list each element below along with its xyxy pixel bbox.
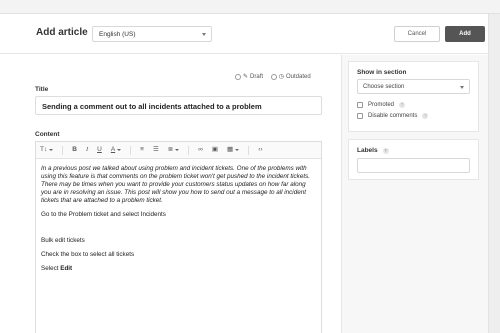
help-icon[interactable]: ? xyxy=(382,147,389,154)
content-step-bold: Edit xyxy=(60,265,73,272)
content-step: Select Edit xyxy=(41,265,316,273)
window-right-edge xyxy=(488,14,500,333)
article-header: Add article English (US) Cancel Add xyxy=(0,14,488,54)
content-editor[interactable]: T↕ B I U A ≡ ☰ ≣ ∞ ▣ ▦ ‹› In a previous … xyxy=(35,141,322,333)
toolbar-divider xyxy=(188,145,190,155)
help-icon[interactable]: ? xyxy=(399,102,406,108)
content-label: Content xyxy=(35,131,60,138)
image-icon[interactable]: ▣ xyxy=(212,146,218,154)
chevron-down-icon xyxy=(460,86,464,89)
draft-label: Draft xyxy=(250,73,264,80)
editor-content[interactable]: In a previous post we talked about using… xyxy=(36,159,321,273)
section-label: Show in section xyxy=(357,69,407,76)
outdated-radio[interactable] xyxy=(270,73,277,80)
text-size-dropdown-caret xyxy=(49,149,54,151)
section-select[interactable]: Choose section xyxy=(357,79,470,94)
content-step-prefix: Select xyxy=(41,265,61,272)
toolbar-divider xyxy=(248,145,250,155)
align-icon[interactable]: ≣ xyxy=(167,145,180,154)
page-title: Add article xyxy=(36,27,88,38)
ordered-list-icon[interactable]: ≡ xyxy=(140,146,144,154)
clock-icon: ◷ xyxy=(278,74,284,80)
content-intro-paragraph: In a previous post we talked about using… xyxy=(41,165,310,204)
text-size-icon[interactable]: T↕ xyxy=(40,145,54,154)
section-panel: Show in section Choose section Promoted … xyxy=(348,61,479,132)
outdated-option[interactable]: ◷ Outdated xyxy=(270,73,311,80)
add-button[interactable]: Add xyxy=(445,26,485,42)
outdated-label: Outdated xyxy=(285,73,311,80)
draft-option[interactable]: ✎ Draft xyxy=(235,73,263,80)
text-color-icon[interactable]: A xyxy=(110,145,122,154)
table-icon[interactable]: ▦ xyxy=(227,145,240,154)
disable-comments-label: Disable comments xyxy=(368,113,418,119)
browser-top-strip xyxy=(0,0,500,14)
labels-label: Labels xyxy=(357,147,378,154)
content-step: Check the box to select all tickets xyxy=(41,251,135,258)
bold-icon[interactable]: B xyxy=(72,146,77,154)
content-step: Go to the Problem ticket and select Inci… xyxy=(41,211,166,218)
content-step: Bulk edit tickets xyxy=(41,237,85,244)
align-glyph: ≣ xyxy=(167,145,174,153)
promoted-label: Promoted xyxy=(368,102,395,108)
app-frame: Add article English (US) Cancel Add ✎ Dr… xyxy=(0,0,500,333)
cancel-button[interactable]: Cancel xyxy=(394,26,440,42)
promoted-checkbox[interactable] xyxy=(357,102,363,108)
align-dropdown-caret xyxy=(175,149,180,151)
language-select[interactable]: English (US) xyxy=(92,26,212,42)
toolbar-divider xyxy=(130,145,132,155)
disable-comments-checkbox[interactable] xyxy=(357,113,363,119)
promoted-option[interactable]: Promoted ? xyxy=(357,102,406,108)
text-color-dropdown-caret xyxy=(117,149,122,151)
title-label: Title xyxy=(35,86,49,93)
underline-icon[interactable]: U xyxy=(97,146,102,154)
help-icon[interactable]: ? xyxy=(422,113,429,119)
section-select-value: Choose section xyxy=(363,84,405,90)
table-dropdown-caret xyxy=(235,149,240,151)
disable-comments-option[interactable]: Disable comments ? xyxy=(357,113,429,119)
toolbar-divider xyxy=(62,145,64,155)
table-glyph: ▦ xyxy=(227,145,234,153)
code-icon[interactable]: ‹› xyxy=(258,146,262,154)
labels-heading: Labels ? xyxy=(357,147,389,154)
link-icon[interactable]: ∞ xyxy=(198,146,203,154)
text-color-glyph: A xyxy=(110,145,116,153)
language-select-value: English (US) xyxy=(99,31,136,38)
draft-radio[interactable] xyxy=(235,73,241,80)
content-blank-line xyxy=(41,225,316,237)
bullet-list-icon[interactable]: ☰ xyxy=(153,146,159,154)
italic-icon[interactable]: I xyxy=(86,146,88,154)
text-size-glyph: T↕ xyxy=(40,145,48,153)
chevron-down-icon xyxy=(202,33,206,36)
pencil-icon: ✎ xyxy=(243,74,249,80)
title-input[interactable]: Sending a comment out to all incidents a… xyxy=(35,96,322,115)
status-options: ✎ Draft ◷ Outdated xyxy=(235,73,317,82)
editor-toolbar: T↕ B I U A ≡ ☰ ≣ ∞ ▣ ▦ ‹› xyxy=(36,142,321,159)
labels-input[interactable] xyxy=(357,158,470,173)
labels-panel: Labels ? xyxy=(348,139,479,180)
